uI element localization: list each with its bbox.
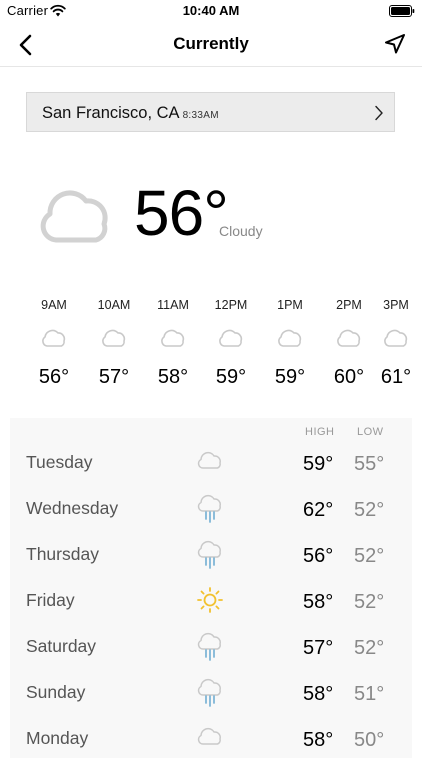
day-low-temp: 52° (354, 545, 385, 567)
current-condition: Cloudy (219, 223, 263, 239)
rain-icon (197, 540, 221, 569)
rain-icon (197, 494, 221, 523)
location-city: San Francisco, CA (42, 104, 180, 122)
hour-temp: 58° (157, 366, 189, 388)
chevron-right-icon (375, 105, 383, 121)
hour-item: 11AM 58° (143, 292, 203, 396)
location-name: San Francisco, CA 8:33AM (42, 104, 219, 123)
hour-temp: 61° (380, 366, 412, 388)
nav-bar: Currently (0, 24, 422, 67)
hour-time: 12PM (214, 298, 248, 312)
day-low-temp: 52° (354, 499, 385, 521)
day-row: Thursday 56° 52° (10, 540, 412, 590)
day-name: Monday (26, 728, 89, 748)
cloud-icon (40, 190, 108, 243)
sun-icon (197, 587, 223, 613)
hour-item: 3PM 61° (366, 292, 422, 396)
low-column-header: LOW (357, 426, 384, 438)
day-name: Thursday (26, 544, 99, 564)
hour-time: 1PM (277, 298, 303, 312)
day-name: Saturday (26, 636, 97, 656)
day-high-temp: 58° (303, 591, 334, 613)
cloud-icon (102, 329, 126, 347)
hour-item: 1PM 59° (260, 292, 320, 396)
page-title: Currently (173, 34, 249, 53)
hour-time: 3PM (383, 298, 409, 312)
day-high-temp: 59° (303, 453, 334, 475)
day-row: Friday 58° 52° (10, 587, 412, 636)
day-high-temp: 58° (303, 729, 334, 751)
status-bar: Carrier 10:40 AM (0, 0, 422, 24)
day-row: Wednesday 62° 52° (10, 494, 412, 544)
day-high-temp: 57° (303, 637, 334, 659)
hour-temp: 59° (215, 366, 247, 388)
day-name: Tuesday (26, 452, 93, 472)
day-low-temp: 52° (354, 591, 385, 613)
hour-time: 10AM (97, 298, 131, 312)
day-low-temp: 55° (354, 453, 385, 475)
cloud-icon (337, 329, 361, 347)
status-time: 10:40 AM (182, 3, 240, 18)
day-high-temp: 56° (303, 545, 334, 567)
hour-temp: 59° (274, 366, 306, 388)
location-time: 8:33AM (182, 110, 219, 121)
day-name: Wednesday (26, 498, 119, 518)
hour-temp: 57° (98, 366, 130, 388)
location-arrow-icon (385, 34, 405, 54)
hour-item: 12PM 59° (201, 292, 261, 396)
hour-item: 10AM 57° (84, 292, 144, 396)
high-column-header: HIGH (305, 426, 335, 438)
current-temperature: 56° (134, 177, 229, 249)
day-low-temp: 51° (354, 683, 385, 705)
battery-icon (389, 5, 415, 17)
day-low-temp: 52° (354, 637, 385, 659)
cloud-icon (197, 451, 221, 469)
cloud-icon (161, 329, 185, 347)
cloud-icon (42, 329, 66, 347)
hour-item: 9AM 56° (24, 292, 84, 396)
day-name: Friday (26, 590, 75, 610)
hourly-forecast[interactable]: 9AM 56° 10AM 57° 11AM 58° 12PM 59° 1PM 5… (0, 292, 422, 396)
daily-forecast[interactable]: HIGH LOW Tuesday 59° 55° Wednesday 62° 5… (10, 418, 412, 758)
hour-time: 9AM (41, 298, 67, 312)
rain-icon (197, 678, 221, 707)
current-location-button[interactable] (380, 30, 410, 60)
hour-time: 11AM (157, 298, 189, 312)
day-row: Monday 58° 50° (10, 727, 412, 774)
day-row: Tuesday 59° 55° (10, 451, 412, 498)
day-low-temp: 50° (354, 729, 385, 751)
day-high-temp: 58° (303, 683, 334, 705)
day-row: Sunday 58° 51° (10, 678, 412, 728)
location-selector[interactable]: San Francisco, CA 8:33AM (26, 92, 395, 132)
day-name: Sunday (26, 682, 86, 702)
day-high-temp: 62° (303, 499, 334, 521)
hour-temp: 56° (38, 366, 70, 388)
cloud-icon (219, 329, 243, 347)
cloud-icon (278, 329, 302, 347)
day-row: Saturday 57° 52° (10, 632, 412, 682)
rain-icon (197, 632, 221, 661)
cloud-icon (384, 329, 408, 347)
